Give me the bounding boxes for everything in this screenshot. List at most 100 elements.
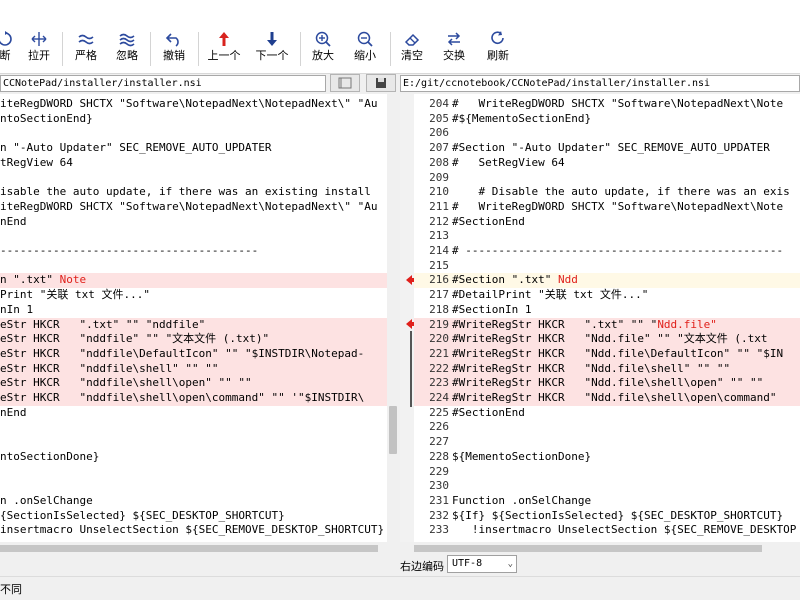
line-text: # WriteRegDWORD SHCTX "Software\NotepadN… xyxy=(452,97,784,110)
right-hscroll-thumb[interactable] xyxy=(414,545,762,552)
left-scroll-thumb[interactable] xyxy=(389,406,397,454)
left-code-line[interactable] xyxy=(0,435,387,450)
left-code-line[interactable] xyxy=(0,229,387,244)
line-number: 221 xyxy=(429,346,449,360)
eraser-icon xyxy=(404,33,420,46)
right-code-line[interactable]: 222 #WriteRegStr HKCR "Ndd.file\shell" ""… xyxy=(414,361,800,377)
left-code-line[interactable]: n .onSelChange xyxy=(0,494,387,509)
line-text: --------------------------------------- xyxy=(0,244,259,257)
left-code-line[interactable]: insertmacro UnselectSection ${SEC_REMOVE… xyxy=(0,523,387,538)
right-code-line[interactable]: 231 Function .onSelChange xyxy=(414,494,800,509)
left-code-line[interactable]: ntoSectionDone} xyxy=(0,450,387,465)
left-code-line[interactable]: Print "关联 txt 文件..." xyxy=(0,288,387,303)
line-text: #SectionIn 1 xyxy=(452,302,532,316)
left-code-line[interactable]: isable the auto update, if there was an … xyxy=(0,185,387,200)
line-number: 220 xyxy=(429,332,449,346)
left-horizontal-scrollbar[interactable] xyxy=(0,542,400,554)
right-code-line[interactable]: 209 xyxy=(414,171,800,186)
right-code-line[interactable]: 207 #Section "-Auto Updater" SEC_REMOVE_A… xyxy=(414,141,800,156)
right-code-line[interactable]: 224 #WriteRegStr HKCR "Ndd.file\shell\ope… xyxy=(414,391,800,406)
zoom-out-button[interactable]: 缩小 xyxy=(350,30,380,70)
right-code-line[interactable]: 225 #SectionEnd xyxy=(414,406,800,421)
right-code-line[interactable]: 204 # WriteRegDWORD SHCTX "Software\Notep… xyxy=(414,97,800,112)
right-code-line[interactable]: 228 ${MementoSectionDone} xyxy=(414,450,800,465)
ignore-button[interactable]: 忽略 xyxy=(113,30,141,70)
line-text: n ".txt" xyxy=(0,273,60,287)
right-code-line[interactable]: 219 #WriteRegStr HKCR ".txt" "" "Ndd.file… xyxy=(414,317,800,333)
line-number: 218 xyxy=(429,302,449,316)
left-code-line[interactable]: {SectionIsSelected} ${SEC_DESKTOP_SHORTC… xyxy=(0,509,387,524)
right-code-line[interactable]: 221 #WriteRegStr HKCR "Ndd.file\DefaultIc… xyxy=(414,346,800,362)
left-code-line[interactable] xyxy=(0,465,387,480)
zoom-in-button[interactable]: 放大 xyxy=(308,30,338,70)
left-code-line[interactable] xyxy=(0,171,387,186)
right-code-line[interactable]: 233 !insertmacro UnselectSection ${SEC_R… xyxy=(414,523,800,538)
right-code-line[interactable]: 229 xyxy=(414,465,800,480)
left-path-field[interactable]: CCNotePad/installer/installer.nsi xyxy=(0,75,326,92)
right-code-line[interactable]: 223 #WriteRegStr HKCR "Ndd.file\shell\ope… xyxy=(414,376,800,391)
left-code-line[interactable]: eStr HKCR "nddfile\shell\open\command" "… xyxy=(0,391,387,406)
right-path-field[interactable]: E:/git/ccnotebook/CCNotePad/installer/in… xyxy=(400,75,800,92)
refresh-icon xyxy=(491,31,504,44)
left-code-line[interactable]: nIn 1 xyxy=(0,303,387,318)
left-code-line[interactable]: eStr HKCR ".txt" "" "nddfile" xyxy=(0,317,387,333)
line-number: 214 xyxy=(429,244,449,257)
left-code-line[interactable] xyxy=(0,420,387,435)
expand-button[interactable]: 拉开 xyxy=(26,30,52,70)
right-code-line[interactable]: 227 xyxy=(414,435,800,450)
left-code-line[interactable] xyxy=(0,479,387,494)
left-code-line[interactable] xyxy=(0,126,387,141)
right-code-line[interactable]: 217 #DetailPrint "关联 txt 文件..." xyxy=(414,288,800,303)
left-code-line[interactable]: iteRegDWORD SHCTX "Software\NotepadNext\… xyxy=(0,200,387,215)
right-code-line[interactable]: 218 #SectionIn 1 xyxy=(414,303,800,318)
line-text: #${MementoSectionEnd} xyxy=(452,111,592,125)
refresh-button[interactable]: 刷新 xyxy=(484,30,512,70)
right-code-line[interactable]: 232 ${If} ${SectionIsSelected} ${SEC_DESK… xyxy=(414,509,800,524)
right-code-line[interactable]: 220 #WriteRegStr HKCR "Ndd.file" "" "文本文件… xyxy=(414,332,800,347)
left-code-line[interactable]: n "-Auto Updater" SEC_REMOVE_AUTO_UPDATE… xyxy=(0,141,387,156)
right-editor[interactable]: 204 # WriteRegDWORD SHCTX "Software\Notep… xyxy=(414,94,800,542)
undo-label: 撤销 xyxy=(163,49,185,62)
clear-button[interactable]: 清空 xyxy=(398,30,426,70)
left-code-line[interactable]: eStr HKCR "nddfile\shell" "" "" xyxy=(0,361,387,377)
left-code-line[interactable]: ntoSectionEnd} xyxy=(0,112,387,127)
right-code-line[interactable]: 210 # Disable the auto update, if there … xyxy=(414,185,800,200)
left-code-line[interactable]: iteRegDWORD SHCTX "Software\NotepadNext\… xyxy=(0,97,387,112)
strict-button[interactable]: 严格 xyxy=(72,30,100,70)
right-code-line[interactable]: 214 # -----------------------------------… xyxy=(414,244,800,259)
left-code-line[interactable]: eStr HKCR "nddfile\shell\open" "" "" xyxy=(0,376,387,391)
left-code-line[interactable]: eStr HKCR "nddfile" "" "文本文件 (.txt)" xyxy=(0,332,387,347)
line-text: #WriteRegStr HKCR "Ndd.file\shell\open\c… xyxy=(452,391,777,404)
right-code-line[interactable]: 215 xyxy=(414,259,800,274)
right-code-line[interactable]: 212 #SectionEnd xyxy=(414,215,800,230)
right-code-line[interactable]: 208 # SetRegView 64 xyxy=(414,156,800,171)
left-code-line[interactable]: n ".txt" Note xyxy=(0,273,387,289)
right-code-line[interactable]: 216 #Section ".txt" Ndd xyxy=(414,273,800,289)
left-hscroll-thumb[interactable] xyxy=(0,545,378,552)
swap-button[interactable]: 交换 xyxy=(440,30,468,70)
next-button[interactable]: 下一个 xyxy=(254,30,290,70)
right-code-line[interactable]: 230 xyxy=(414,479,800,494)
left-editor[interactable]: iteRegDWORD SHCTX "Software\NotepadNext\… xyxy=(0,94,387,542)
right-horizontal-scrollbar[interactable] xyxy=(400,542,800,554)
left-code-line[interactable]: nEnd xyxy=(0,215,387,230)
undo-button[interactable]: 撤销 xyxy=(160,30,188,70)
previous-label: 上一个 xyxy=(207,49,241,62)
right-encoding-select[interactable]: UTF-8 ⌄ xyxy=(447,555,517,573)
left-save-button[interactable] xyxy=(366,74,396,92)
right-code-line[interactable]: 205 #${MementoSectionEnd} xyxy=(414,112,800,127)
left-browse-button[interactable] xyxy=(330,74,360,92)
left-code-line[interactable]: --------------------------------------- xyxy=(0,244,387,259)
right-code-line[interactable]: 211 # WriteRegDWORD SHCTX "Software\Notep… xyxy=(414,200,800,215)
left-code-line[interactable]: eStr HKCR "nddfile\DefaultIcon" "" "$INS… xyxy=(0,346,387,362)
left-code-line[interactable] xyxy=(0,259,387,274)
left-code-line[interactable]: tRegView 64 xyxy=(0,156,387,171)
right-code-line[interactable]: 226 xyxy=(414,420,800,435)
left-vertical-scrollbar[interactable] xyxy=(387,94,399,542)
right-code-line[interactable]: 206 xyxy=(414,126,800,141)
right-code-line[interactable]: 213 xyxy=(414,229,800,244)
previous-button[interactable]: 上一个 xyxy=(206,30,242,70)
line-text: eStr HKCR ".txt" "" "nddfile" xyxy=(0,317,206,331)
left-code-line[interactable]: nEnd xyxy=(0,406,387,421)
rotate-button[interactable]: 断 xyxy=(0,30,16,70)
